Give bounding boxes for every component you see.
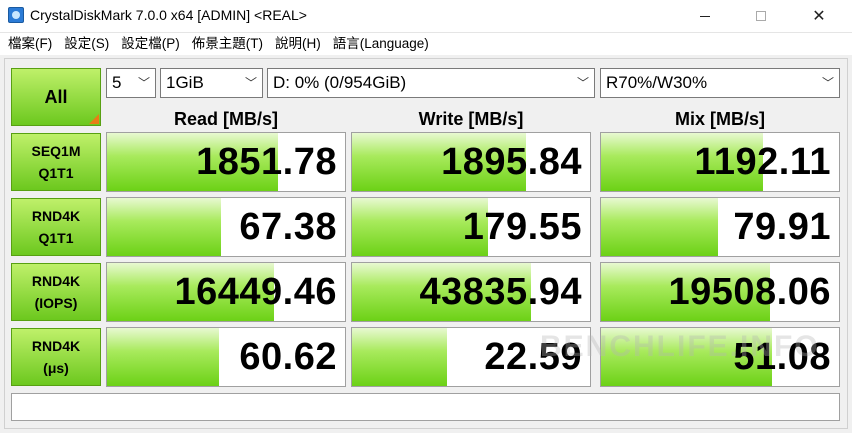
read-header: Read [MB/s] — [173, 109, 278, 129]
corner-marker-icon — [89, 114, 99, 124]
minimize-button[interactable] — [682, 0, 728, 32]
result-value: 60.62 — [239, 336, 337, 378]
result-bar — [352, 328, 448, 386]
rnd4k-iops-button[interactable]: RND4K (IOPS) — [11, 263, 101, 321]
test-size-select[interactable]: 1GiB ﹀ — [160, 68, 263, 98]
chevron-down-icon: ﹀ — [821, 76, 834, 90]
result-cell-write: 43835.94 — [351, 262, 591, 322]
rnd4k-q1t1-button[interactable]: RND4K Q1T1 — [11, 198, 101, 256]
result-bar — [601, 198, 718, 256]
menu-file[interactable]: 檔案(F) — [0, 33, 58, 55]
result-cell-read: 1851.78 — [106, 132, 346, 192]
row-label-line1: SEQ1M — [31, 143, 81, 159]
mix-header: Mix [MB/s] — [675, 109, 765, 129]
row-label-line1: RND4K — [31, 208, 81, 224]
test-size-value: 1GiB — [166, 73, 204, 92]
row-label-line1: RND4K — [31, 338, 81, 354]
row-label-line2: (IOPS) — [34, 295, 78, 311]
result-cell-mix: 1192.11 — [600, 132, 840, 192]
result-value: 43835.94 — [419, 271, 582, 313]
minimize-icon — [700, 15, 710, 17]
row-label-line2: Q1T1 — [38, 165, 74, 181]
result-cell-write: 179.55 — [351, 197, 591, 257]
all-button[interactable]: All — [11, 68, 101, 126]
maximize-button[interactable] — [738, 0, 784, 32]
result-cell-read: 16449.46 — [106, 262, 346, 322]
write-header: Write [MB/s] — [418, 109, 524, 129]
menu-profile[interactable]: 設定檔(P) — [115, 33, 186, 55]
mix-ratio-select[interactable]: R70%/W30% ﹀ — [600, 68, 840, 98]
result-cell-read: 67.38 — [106, 197, 346, 257]
crystaldiskmark-icon — [8, 7, 24, 23]
menu-theme[interactable]: 佈景主題(T) — [186, 33, 269, 55]
all-button-label: All — [44, 86, 68, 107]
drive-value: D: 0% (0/954GiB) — [273, 73, 407, 92]
result-cell-read: 60.62 — [106, 327, 346, 387]
chevron-down-icon: ﹀ — [576, 76, 589, 90]
result-value: 79.91 — [733, 206, 831, 248]
result-cell-write: 1895.84 — [351, 132, 591, 192]
result-value: 19508.06 — [668, 271, 831, 313]
result-value: 1192.11 — [694, 141, 831, 183]
seq1m-q1t1-button[interactable]: SEQ1M Q1T1 — [11, 133, 101, 191]
mix-ratio-value: R70%/W30% — [606, 73, 708, 92]
close-icon: ✕ — [812, 8, 826, 25]
maximize-icon — [756, 11, 766, 21]
row-label-line1: RND4K — [31, 273, 81, 289]
row-label-line2: Q1T1 — [38, 230, 74, 246]
result-bar — [107, 198, 222, 256]
result-bar — [107, 328, 219, 386]
chevron-down-icon: ﹀ — [244, 76, 257, 90]
rnd4k-latency-button[interactable]: RND4K (μs) — [11, 328, 101, 386]
drive-select[interactable]: D: 0% (0/954GiB) ﹀ — [267, 68, 595, 98]
watermark-text: BENCHLIFE.INFO — [540, 330, 820, 363]
result-value: 67.38 — [239, 206, 337, 248]
menu-bar: 檔案(F) 設定(S) 設定檔(P) 佈景主題(T) 說明(H) 語言(Lang… — [0, 33, 852, 55]
result-cell-mix: 19508.06 — [600, 262, 840, 322]
result-value: 1895.84 — [441, 141, 582, 183]
test-count-select[interactable]: 5 ﹀ — [106, 68, 156, 98]
menu-settings[interactable]: 設定(S) — [58, 33, 115, 55]
row-label-line2: (μs) — [43, 360, 69, 376]
title-bar: CrystalDiskMark 7.0.0 x64 [ADMIN] <REAL>… — [0, 0, 852, 33]
window-title: CrystalDiskMark 7.0.0 x64 [ADMIN] <REAL> — [30, 7, 307, 23]
comment-input[interactable] — [11, 393, 840, 421]
close-button[interactable]: ✕ — [796, 0, 842, 32]
menu-help[interactable]: 說明(H) — [269, 33, 327, 55]
chevron-down-icon: ﹀ — [137, 76, 150, 90]
menu-language[interactable]: 語言(Language) — [327, 33, 435, 55]
result-value: 16449.46 — [174, 271, 337, 313]
result-cell-mix: 79.91 — [600, 197, 840, 257]
result-value: 1851.78 — [196, 141, 337, 183]
test-count-value: 5 — [112, 73, 122, 92]
result-value: 179.55 — [462, 206, 582, 248]
